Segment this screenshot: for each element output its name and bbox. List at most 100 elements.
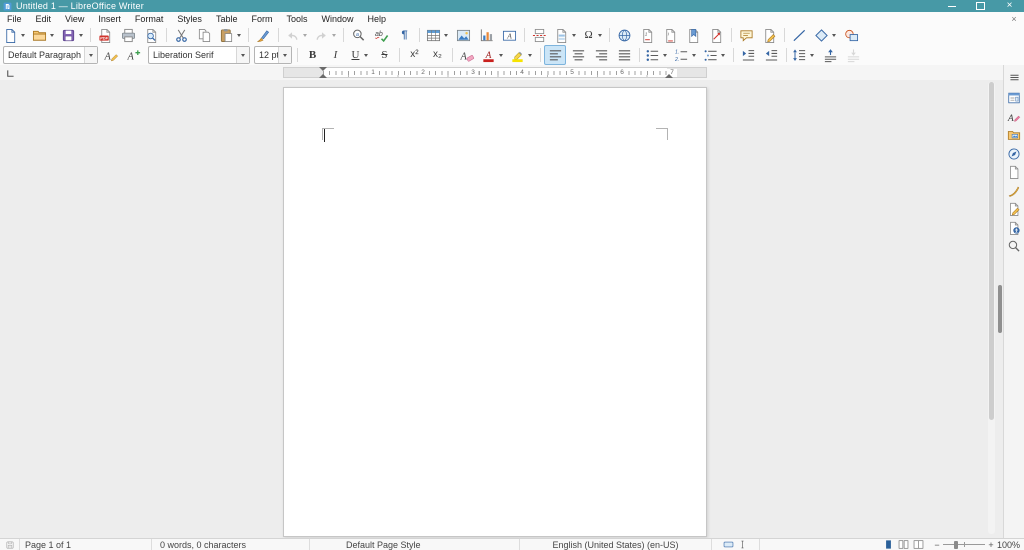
clone-formatting-button[interactable] <box>253 25 275 45</box>
font-size-combo[interactable]: 12 pt <box>254 46 292 64</box>
menu-tools[interactable]: Tools <box>279 12 314 25</box>
increase-indent-button[interactable] <box>737 45 759 65</box>
export-pdf-button[interactable]: PDF <box>95 25 117 45</box>
unordered-list-button[interactable] <box>643 45 671 65</box>
open-button[interactable] <box>30 25 58 45</box>
new-document-button[interactable] <box>1 25 29 45</box>
sidebar-deck-grip[interactable] <box>998 285 1002 333</box>
insert-image-button[interactable] <box>453 25 475 45</box>
insert-endnote-button[interactable]: i <box>660 25 682 45</box>
decrease-indent-button[interactable] <box>760 45 782 65</box>
paragraph-style-dropdown[interactable] <box>84 47 97 63</box>
first-line-indent-marker[interactable] <box>319 67 327 71</box>
clear-formatting-button[interactable]: A <box>456 45 478 65</box>
basic-shapes-button[interactable] <box>812 25 840 45</box>
align-left-button[interactable] <box>544 45 567 65</box>
zoom-slider-thumb[interactable] <box>953 541 958 549</box>
update-style-button[interactable]: A <box>101 45 123 65</box>
menu-form[interactable]: Form <box>244 12 279 25</box>
insert-comment-button[interactable] <box>736 25 758 45</box>
page-style-field[interactable]: Default Page Style <box>310 538 520 550</box>
horizontal-ruler[interactable]: 1 2 3 4 5 6 7 <box>283 67 707 78</box>
print-button[interactable] <box>118 25 140 45</box>
page-number-field[interactable]: Page 1 of 1 <box>20 538 152 550</box>
strikethrough-button[interactable]: S <box>373 45 395 65</box>
sidebar-item-properties[interactable] <box>1005 89 1024 107</box>
menu-view[interactable]: View <box>58 12 91 25</box>
save-button[interactable] <box>59 25 87 45</box>
font-name-combo[interactable]: Liberation Serif <box>148 46 250 64</box>
language-field[interactable]: English (United States) (en-US) <box>520 538 712 550</box>
align-center-button[interactable] <box>567 45 589 65</box>
increase-paragraph-spacing-button[interactable] <box>819 45 841 65</box>
redo-button[interactable] <box>312 25 340 45</box>
zoom-slider[interactable]: − + <box>933 539 995 550</box>
multi-page-view-button[interactable] <box>898 539 909 550</box>
menu-insert[interactable]: Insert <box>91 12 128 25</box>
left-indent-marker[interactable] <box>319 74 327 78</box>
menu-help[interactable]: Help <box>360 12 393 25</box>
insert-table-button[interactable] <box>424 25 452 45</box>
maximize-button[interactable] <box>966 0 995 12</box>
zoom-out-button[interactable]: − <box>933 540 941 550</box>
word-count-field[interactable]: 0 words, 0 characters <box>152 538 310 550</box>
ordered-list-button[interactable]: 1. 2. <box>672 45 700 65</box>
superscript-button[interactable]: x² <box>403 45 425 65</box>
spelling-button[interactable]: ab <box>371 25 393 45</box>
tab-stop-selector[interactable] <box>4 67 16 79</box>
formatting-marks-button[interactable]: ¶ <box>394 25 416 45</box>
minimize-button[interactable] <box>937 0 966 12</box>
insert-footnote-button[interactable]: 1 <box>637 25 659 45</box>
highlight-color-button[interactable] <box>508 45 536 65</box>
sidebar-settings-button[interactable] <box>1005 68 1024 86</box>
document-page[interactable] <box>283 87 707 537</box>
find-and-replace-button[interactable]: a <box>348 25 370 45</box>
insert-text-box-button[interactable]: A <box>499 25 521 45</box>
insert-hyperlink-button[interactable] <box>614 25 636 45</box>
menu-window[interactable]: Window <box>314 12 360 25</box>
font-name-dropdown[interactable] <box>236 47 249 63</box>
insert-line-button[interactable] <box>789 25 811 45</box>
menu-edit[interactable]: Edit <box>29 12 59 25</box>
bold-button[interactable]: B <box>302 45 324 65</box>
insert-special-character-button[interactable]: Ω <box>581 25 606 45</box>
paste-button[interactable] <box>217 25 245 45</box>
zoom-level-field[interactable]: 100% <box>995 539 1024 550</box>
scrollbar-thumb[interactable] <box>989 82 994 420</box>
undo-button[interactable] <box>283 25 311 45</box>
sidebar-item-find[interactable] <box>1005 237 1024 255</box>
paragraph-style-combo[interactable]: Default Paragraph Style <box>3 46 98 64</box>
line-spacing-button[interactable] <box>790 45 818 65</box>
copy-button[interactable] <box>194 25 216 45</box>
show-draw-functions-button[interactable] <box>841 25 863 45</box>
sidebar-item-style-inspector[interactable] <box>1005 182 1024 200</box>
book-view-button[interactable] <box>913 539 924 550</box>
sidebar-item-page[interactable] <box>1005 163 1024 181</box>
menu-table[interactable]: Table <box>209 12 245 25</box>
italic-button[interactable]: I <box>325 45 347 65</box>
right-indent-marker[interactable] <box>665 74 673 78</box>
close-document-button[interactable]: × <box>1006 14 1022 24</box>
sidebar-item-styles[interactable]: A <box>1005 108 1024 126</box>
zoom-in-button[interactable]: + <box>987 540 995 550</box>
new-style-button[interactable]: A <box>124 45 146 65</box>
document-modified-indicator[interactable] <box>0 538 20 550</box>
single-page-view-button[interactable] <box>883 539 894 550</box>
insert-page-break-button[interactable] <box>529 25 551 45</box>
zoom-slider-track[interactable] <box>943 541 985 549</box>
cut-button[interactable] <box>171 25 193 45</box>
subscript-button[interactable]: x₂ <box>426 45 448 65</box>
sidebar-item-manage-changes[interactable] <box>1005 200 1024 218</box>
insert-chart-button[interactable] <box>476 25 498 45</box>
font-color-button[interactable]: A <box>479 45 507 65</box>
sidebar-item-accessibility-check[interactable] <box>1005 219 1024 237</box>
track-changes-button[interactable] <box>759 25 781 45</box>
print-preview-button[interactable] <box>141 25 163 45</box>
close-button[interactable]: × <box>995 0 1024 12</box>
insert-field-button[interactable] <box>552 25 580 45</box>
menu-styles[interactable]: Styles <box>170 12 209 25</box>
menu-format[interactable]: Format <box>128 12 171 25</box>
justify-button[interactable] <box>613 45 635 65</box>
insert-bookmark-button[interactable] <box>683 25 705 45</box>
menu-file[interactable]: File <box>0 12 29 25</box>
